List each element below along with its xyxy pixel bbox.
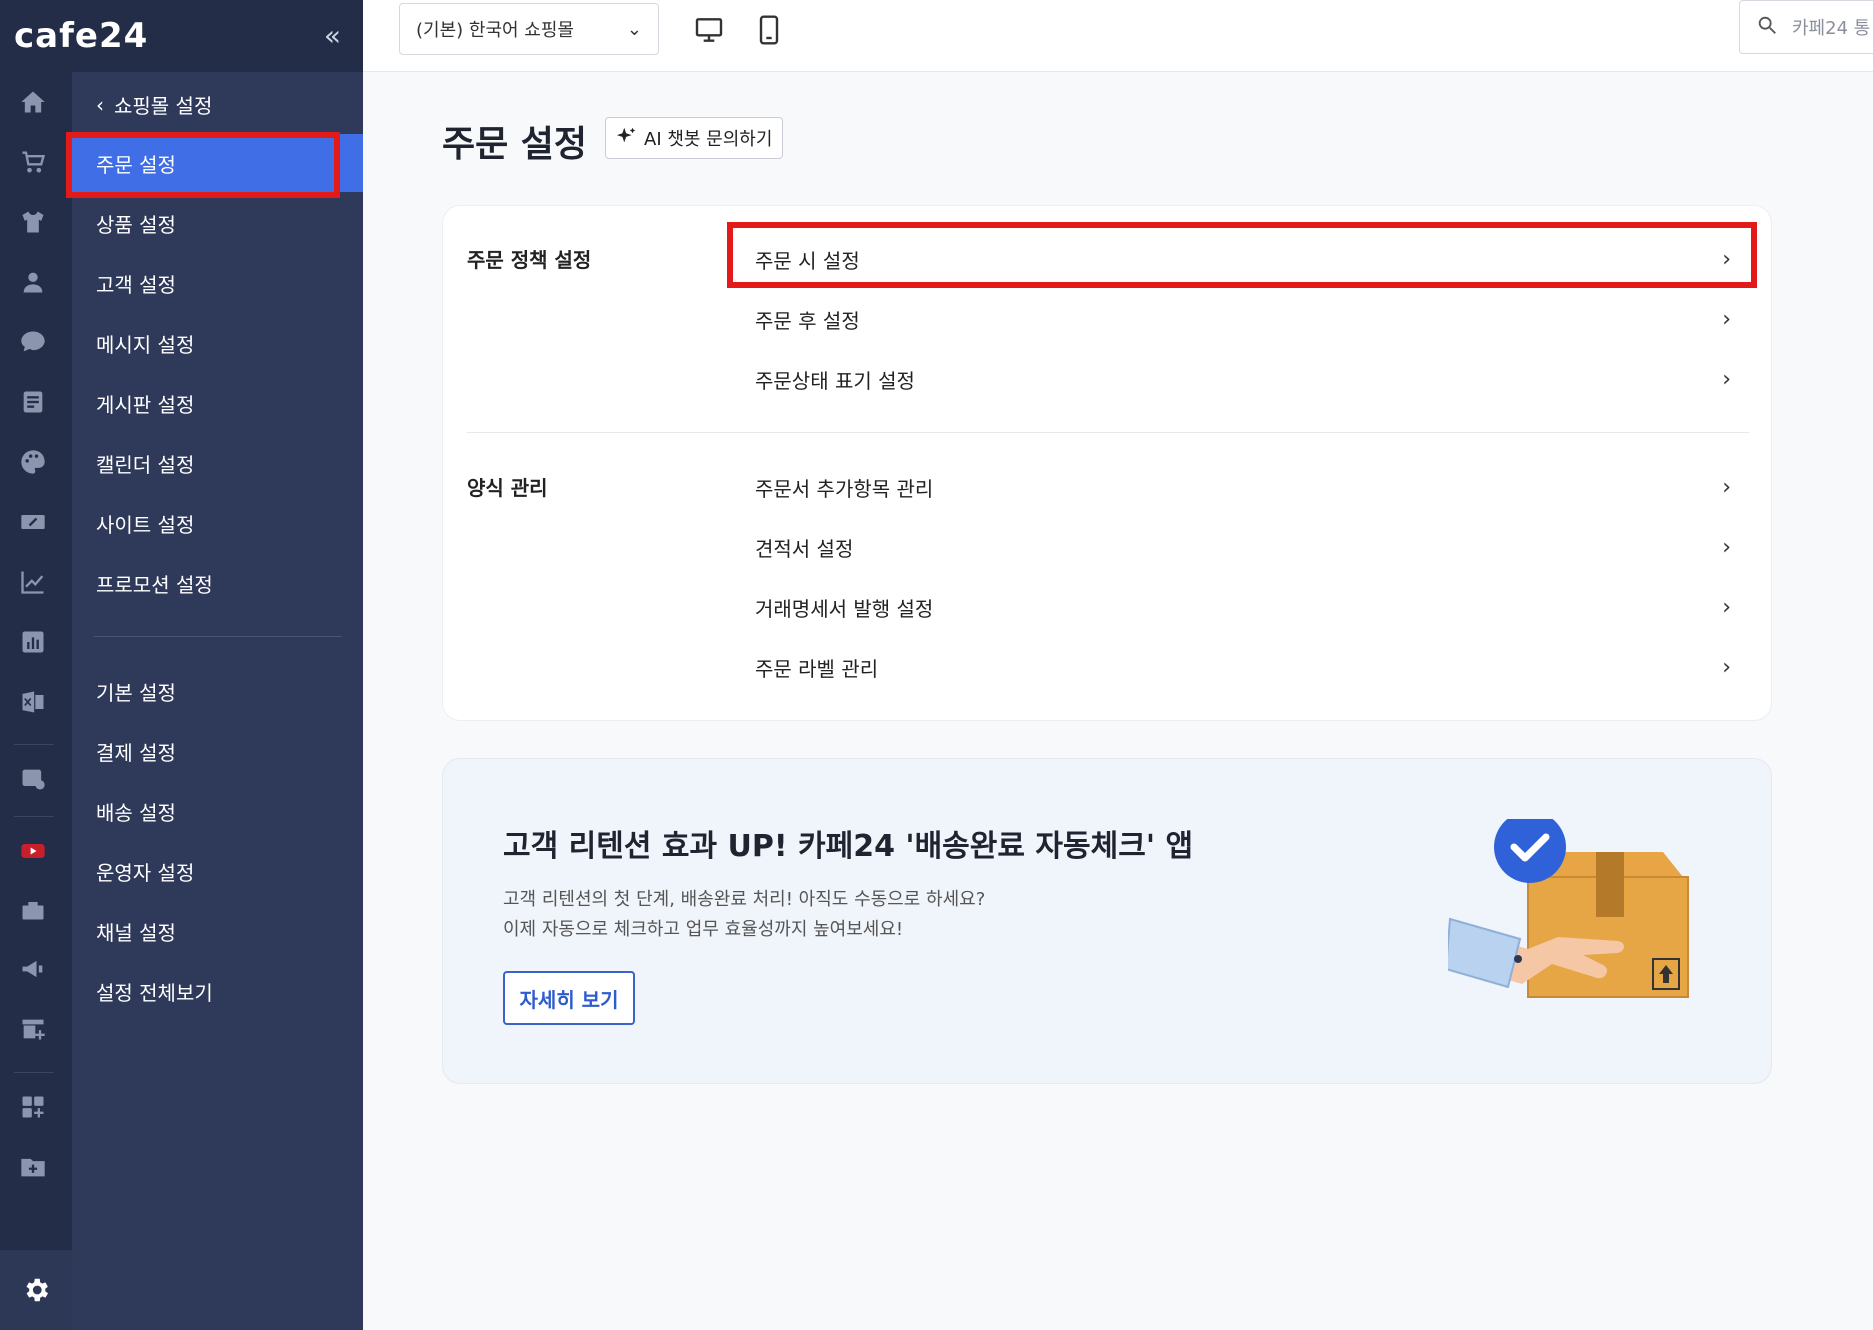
row-after-order-settings[interactable]: 주문 후 설정 › (735, 293, 1755, 345)
chevron-right-icon: › (1722, 654, 1731, 680)
banner-desc-line2: 이제 자동으로 체크하고 업무 효율성까지 높여보세요! (503, 919, 904, 940)
subnav-item-channel[interactable]: 채널 설정 (72, 902, 363, 960)
row-label: 주문서 추가항목 관리 (755, 476, 934, 501)
person-icon[interactable] (18, 267, 48, 297)
banner-desc-line1: 고객 리텐션의 첫 단계, 배송완료 처리! 아직도 수동으로 하세요? (503, 889, 986, 910)
row-label: 주문 후 설정 (755, 308, 860, 333)
store-icon[interactable] (18, 894, 48, 924)
promo-banner: 고객 리텐션 효과 UP! 카페24 '배송완료 자동체크' 앱 고객 리텐션의… (442, 758, 1772, 1084)
chevron-right-icon: › (1722, 366, 1731, 392)
ai-chatbot-label: AI 챗봇 문의하기 (644, 129, 773, 150)
row-label: 주문상태 표기 설정 (755, 368, 915, 393)
chevron-right-icon: › (1722, 306, 1731, 332)
row-order-label-management[interactable]: 주문 라벨 관리 › (735, 641, 1755, 693)
banner-description: 고객 리텐션의 첫 단계, 배송완료 처리! 아직도 수동으로 하세요? 이제 … (503, 885, 985, 945)
subnav-item-basic[interactable]: 기본 설정 (72, 662, 363, 720)
banner-title: 고객 리텐션 효과 UP! 카페24 '배송완료 자동체크' 앱 (503, 829, 1194, 864)
subnav-back-label: 쇼핑몰 설정 (114, 94, 213, 118)
global-search[interactable]: 카페24 통 (1739, 0, 1873, 54)
gear-icon[interactable] (0, 1250, 72, 1330)
delivery-box-illustration (1448, 819, 1689, 998)
chevron-down-icon: ⌄ (626, 18, 642, 40)
section-label-form-management: 양식 관리 (467, 476, 548, 500)
sparkle-icon (616, 125, 638, 152)
chart-line-icon[interactable] (18, 567, 48, 597)
subnav-item-payment[interactable]: 결제 설정 (72, 722, 363, 780)
chevron-right-icon: › (1722, 474, 1731, 500)
row-statement-issue-settings[interactable]: 거래명세서 발행 설정 › (735, 581, 1755, 633)
row-quotation-settings[interactable]: 견적서 설정 › (735, 521, 1755, 573)
double-chevron-left-icon[interactable]: « (324, 22, 341, 50)
page-title: 주문 설정 (442, 124, 588, 165)
search-placeholder: 카페24 통 (1792, 18, 1871, 39)
subnav-item-customer[interactable]: 고객 설정 (72, 254, 363, 312)
topbar: (기본) 한국어 쇼핑몰 ⌄ 카페24 통 (363, 0, 1873, 72)
subnav-item-message[interactable]: 메시지 설정 (72, 314, 363, 372)
settings-subnav: ‹ 쇼핑몰 설정 주문 설정 상품 설정 고객 설정 메시지 설정 게시판 설정… (72, 72, 363, 1330)
ai-chatbot-button[interactable]: AI 챗봇 문의하기 (605, 117, 784, 159)
stats-icon[interactable] (18, 627, 48, 657)
subnav-item-all-settings[interactable]: 설정 전체보기 (72, 962, 363, 1020)
desktop-icon[interactable] (693, 14, 725, 46)
row-order-status-display[interactable]: 주문상태 표기 설정 › (735, 353, 1755, 405)
apps-add-icon[interactable] (18, 1092, 48, 1122)
highlight-box-nav (66, 132, 340, 198)
folder-add-icon[interactable] (18, 1152, 48, 1182)
megaphone-icon[interactable] (18, 954, 48, 984)
subnav-divider (94, 636, 342, 637)
subnav-item-operator[interactable]: 운영자 설정 (72, 842, 363, 900)
section-divider (467, 432, 1749, 433)
highlight-box-row (727, 222, 1757, 288)
search-icon (1756, 14, 1778, 41)
excel-icon[interactable] (18, 687, 48, 717)
subnav-item-board[interactable]: 게시판 설정 (72, 374, 363, 432)
subnav-item-shipping[interactable]: 배송 설정 (72, 782, 363, 840)
chevron-right-icon: › (1722, 594, 1731, 620)
subnav-item-product[interactable]: 상품 설정 (72, 194, 363, 252)
chevron-right-icon: › (1722, 534, 1731, 560)
mobile-icon[interactable] (753, 14, 785, 46)
youtube-icon[interactable] (18, 836, 48, 866)
row-label: 견적서 설정 (755, 536, 854, 561)
banner-details-button[interactable]: 자세히 보기 (503, 971, 635, 1025)
cart-icon[interactable] (18, 147, 48, 177)
logo-bar: cafe24 « (0, 0, 363, 72)
subnav-item-promotion[interactable]: 프로모션 설정 (72, 554, 363, 612)
coupon-icon[interactable] (18, 507, 48, 537)
shop-add-icon[interactable] (18, 1014, 48, 1044)
chat-icon[interactable] (18, 327, 48, 357)
board-icon[interactable] (18, 387, 48, 417)
shop-select[interactable]: (기본) 한국어 쇼핑몰 ⌄ (399, 3, 659, 55)
back-to-shop-settings[interactable]: ‹ 쇼핑몰 설정 (96, 90, 212, 119)
home-icon[interactable] (18, 87, 48, 117)
row-label: 주문 라벨 관리 (755, 656, 879, 681)
subnav-item-site[interactable]: 사이트 설정 (72, 494, 363, 552)
chevron-left-icon: ‹ (96, 92, 104, 117)
subnav-item-calendar[interactable]: 캘린더 설정 (72, 434, 363, 492)
row-order-form-extra-fields[interactable]: 주문서 추가항목 관리 › (735, 461, 1755, 513)
row-label: 거래명세서 발행 설정 (755, 596, 934, 621)
icon-rail (0, 72, 72, 1330)
cafe24-logo[interactable]: cafe24 (14, 16, 148, 56)
section-label-order-policy: 주문 정책 설정 (467, 248, 592, 272)
shop-select-value: (기본) 한국어 쇼핑몰 (416, 20, 574, 41)
palette-icon[interactable] (18, 447, 48, 477)
plugin-icon[interactable] (18, 764, 48, 794)
shirt-icon[interactable] (18, 207, 48, 237)
